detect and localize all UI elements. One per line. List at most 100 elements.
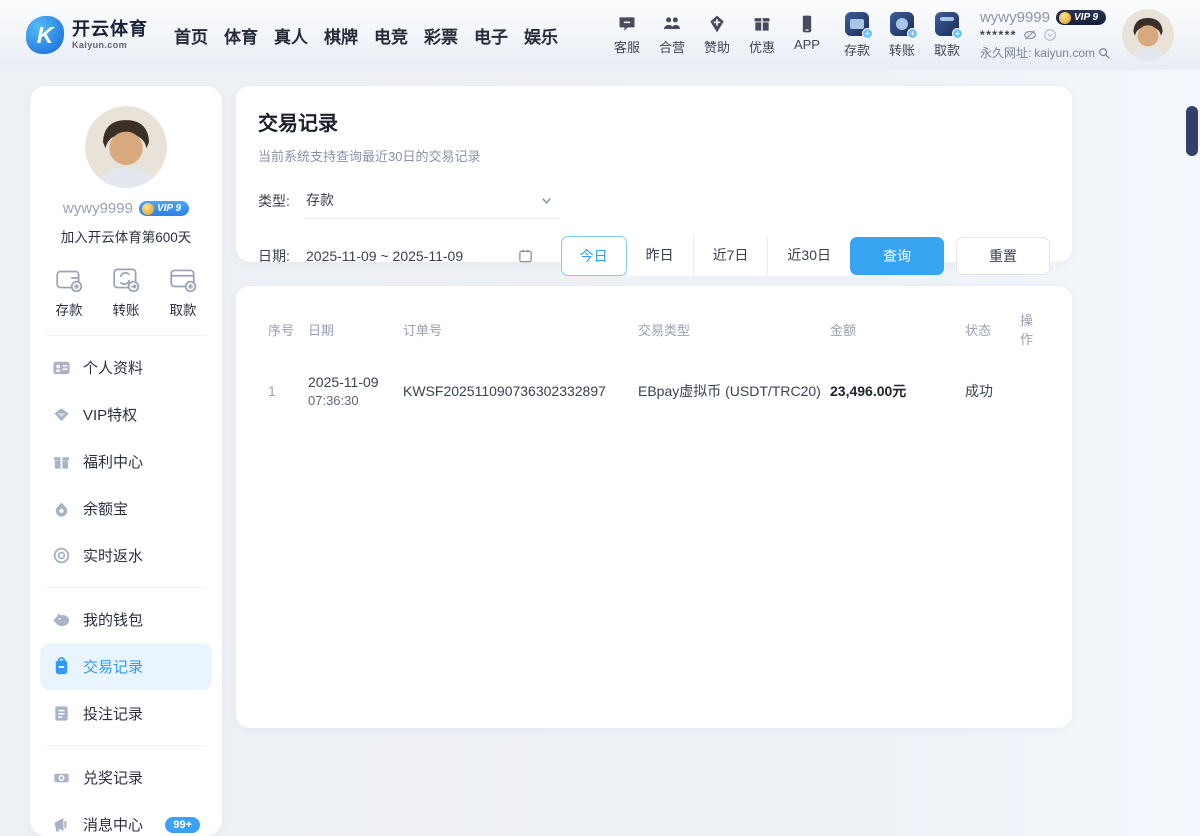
promotions-button[interactable]: 优惠 [744, 14, 780, 56]
sidebar-item-label: 消息中心 [83, 817, 144, 834]
sidebar-item-yuebao[interactable]: 余额宝 [30, 485, 222, 532]
preset-7days[interactable]: 近7日 [692, 236, 768, 276]
preset-today[interactable]: 今日 [560, 236, 627, 276]
sidebar-vip-badge: VIP 9 [138, 201, 190, 216]
quick-withdraw-button[interactable]: 取款 [168, 264, 198, 319]
reset-button[interactable]: 重置 [956, 237, 1050, 275]
scrollbar-thumb[interactable] [1186, 106, 1198, 156]
quick-actions: 存款 转账 取款 [30, 264, 222, 319]
nav-esports[interactable]: 电竞 [374, 23, 408, 48]
customer-service-button[interactable]: 客服 [609, 14, 645, 56]
sidebar-avatar[interactable] [85, 106, 167, 188]
join-days-text: 加入开云体育第600天 [60, 230, 192, 245]
sidebar-item-vip[interactable]: VIP特权 [30, 391, 222, 438]
sidebar-item-welfare[interactable]: 福利中心 [30, 438, 222, 485]
quick-action-label: 转账 [112, 303, 140, 318]
nav-entertainment[interactable]: 娱乐 [524, 23, 558, 48]
magnifier-icon[interactable] [1098, 47, 1110, 59]
date-range-value: 2025-11-09 ~ 2025-11-09 [306, 247, 464, 264]
chevron-down-icon [542, 197, 551, 204]
nav-slots[interactable]: 电子 [474, 23, 508, 48]
sponsor-button[interactable]: 赞助 [699, 14, 735, 56]
sidebar-item-rebate[interactable]: 实时返水 [30, 532, 222, 579]
nav-cards[interactable]: 棋牌 [324, 23, 358, 48]
vip-shield-icon [1059, 11, 1071, 24]
nav-home[interactable]: 首页 [174, 23, 208, 48]
divider [46, 335, 206, 336]
megaphone-icon [54, 817, 67, 832]
date-range-input[interactable]: 2025-11-09 ~ 2025-11-09 [304, 240, 539, 273]
sidebar-username: wywy9999 [62, 200, 133, 217]
sidebar-item-label: 投注记录 [83, 706, 144, 723]
avatar-image [85, 106, 167, 188]
partners-icon [664, 17, 680, 29]
phone-icon [802, 15, 812, 33]
logo[interactable]: K 开云体育 Kaiyun.com [26, 16, 148, 54]
page-subtitle: 当前系统支持查询最近30日的交易记录 [258, 149, 481, 164]
sidebar-item-prizes[interactable]: 兑奖记录 [30, 754, 222, 801]
cell-amount: 23,496.00元 [830, 383, 907, 399]
user-avatar[interactable] [1122, 9, 1174, 61]
sidebar-item-wallet[interactable]: 我的钱包 [30, 596, 222, 643]
masked-balance: ****** [979, 28, 1017, 42]
col-order: 订单号 [403, 322, 443, 338]
col-action: 操作 [1020, 313, 1034, 347]
table-header-row: 序号 日期 订单号 交易类型 金额 状态 操作 [268, 304, 1040, 362]
quick-transfer-button[interactable]: 转账 [111, 264, 141, 319]
quick-deposit-button[interactable]: 存款 [54, 264, 84, 319]
tool-label: 合营 [658, 40, 685, 55]
vip-shield-icon [141, 202, 154, 215]
cell-order-no: KWSF202511090736302332897 [403, 383, 606, 399]
nav-sports[interactable]: 体育 [224, 23, 258, 48]
sidebar-item-bets[interactable]: 投注记录 [30, 690, 222, 737]
piggy-bank-icon [53, 613, 70, 626]
transaction-table-card: 序号 日期 订单号 交易类型 金额 状态 操作 1 2025-11-09 07:… [236, 286, 1072, 728]
deposit-shortcut-button[interactable]: + 存款 [839, 11, 875, 59]
sidebar-item-messages[interactable]: 消息中心 99+ [30, 801, 222, 836]
nav-lottery[interactable]: 彩票 [424, 23, 458, 48]
col-date: 日期 [308, 322, 335, 338]
sidebar: wywy9999 VIP 9 加入开云体育第600天 存款 转账 取款 个人资料 [30, 86, 222, 836]
date-range-presets: 今日 昨日 近7日 近30日 [560, 236, 850, 276]
nav-live[interactable]: 真人 [274, 23, 308, 48]
tool-label: 存款 [843, 42, 870, 58]
app-download-button[interactable]: APP [789, 14, 825, 56]
col-index: 序号 [268, 322, 295, 338]
preset-30days[interactable]: 近30日 [767, 236, 850, 276]
sidebar-item-transactions[interactable]: 交易记录 [40, 643, 212, 690]
transfer-arrows-icon [113, 268, 140, 293]
withdraw-shortcut-button[interactable]: + 取款 [929, 11, 965, 59]
brand-domain: Kaiyun.com [72, 39, 128, 50]
cell-date: 2025-11-09 07:36:30 [308, 374, 403, 408]
sidebar-item-label: 福利中心 [83, 454, 144, 471]
sidebar-item-label: 实时返水 [83, 548, 144, 565]
header-tools: 客服 合营 赞助 优惠 APP [609, 14, 825, 56]
id-card-icon [53, 361, 70, 375]
divider [46, 745, 206, 746]
money-pouch-icon [55, 502, 68, 517]
wallet-shortcuts: + 存款 + 转账 + 取款 [839, 11, 965, 59]
tool-label: 客服 [613, 40, 640, 55]
withdraw-card-icon [170, 269, 197, 293]
partnership-button[interactable]: 合营 [654, 14, 690, 56]
sidebar-item-profile[interactable]: 个人资料 [30, 344, 222, 391]
chat-icon [619, 17, 635, 31]
transfer-shortcut-button[interactable]: + 转账 [884, 11, 920, 59]
rebate-target-icon [53, 547, 70, 564]
query-button[interactable]: 查询 [850, 237, 944, 275]
deposit-icon: + [844, 11, 873, 39]
brand-name: 开云体育 [72, 19, 148, 40]
gift-icon [53, 457, 70, 469]
gift-icon [754, 18, 770, 31]
collapse-icon[interactable] [1043, 28, 1057, 42]
eye-off-icon[interactable] [1023, 28, 1037, 42]
tool-label: 赞助 [703, 40, 730, 55]
divider [46, 587, 206, 588]
page-title: 交易记录 [258, 113, 338, 135]
vip-diamond-icon [54, 408, 69, 422]
cell-type: EBpay虚拟币 (USDT/TRC20) [638, 383, 821, 399]
prize-medal-icon [54, 773, 69, 783]
preset-yesterday[interactable]: 昨日 [626, 236, 693, 276]
calendar-icon [518, 249, 532, 263]
type-select[interactable]: 存款 [304, 182, 560, 219]
